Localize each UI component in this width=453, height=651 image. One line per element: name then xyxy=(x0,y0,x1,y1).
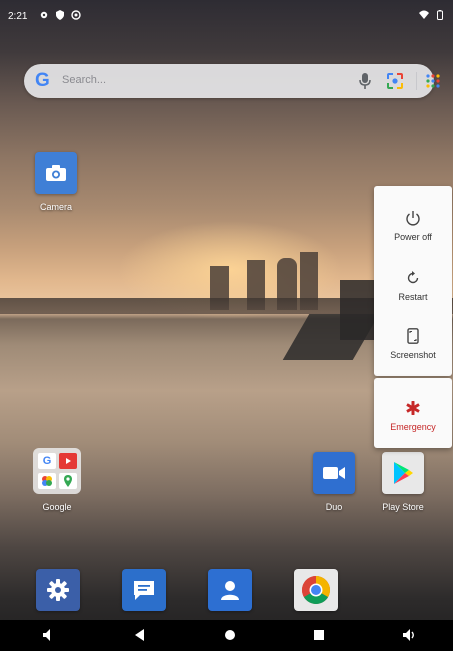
youtube-mini-icon xyxy=(59,453,77,469)
folder-google[interactable]: G Google xyxy=(26,448,88,512)
power-off-button[interactable]: Power off xyxy=(374,210,452,242)
navigation-bar xyxy=(0,620,453,651)
photos-mini-icon xyxy=(38,473,56,489)
screenshot-icon xyxy=(407,328,419,344)
volume-up-icon[interactable] xyxy=(402,628,418,642)
dock-chrome[interactable] xyxy=(294,569,338,611)
video-camera-icon xyxy=(313,452,355,494)
dock-contacts[interactable] xyxy=(208,569,252,611)
contact-icon xyxy=(221,581,239,600)
screenshot-button[interactable]: Screenshot xyxy=(374,328,452,360)
app-camera[interactable]: Camera xyxy=(28,152,84,212)
volume-down-icon[interactable] xyxy=(42,628,56,642)
maps-mini-icon xyxy=(59,473,77,489)
message-icon xyxy=(134,581,154,600)
settings-icon xyxy=(47,579,69,601)
google-g-icon: G xyxy=(35,70,50,91)
app-label: Google xyxy=(42,502,72,512)
camera-icon xyxy=(35,152,77,194)
screenshot-label: Screenshot xyxy=(390,350,436,360)
shield-icon xyxy=(56,10,64,20)
power-menu: Power off Restart Screenshot xyxy=(374,186,452,376)
battery-icon xyxy=(437,10,443,20)
app-label: Play Store xyxy=(382,502,424,512)
search-input[interactable]: Search... xyxy=(62,74,106,86)
lens-icon[interactable] xyxy=(386,72,404,90)
play-store-icon xyxy=(382,452,424,494)
power-off-label: Power off xyxy=(394,232,432,242)
status-time: 2:21 xyxy=(8,11,28,22)
search-bar[interactable]: G Search... xyxy=(24,64,440,98)
apps-grid-icon[interactable] xyxy=(425,73,441,89)
restart-button[interactable]: Restart xyxy=(374,270,452,302)
app-duo[interactable]: Duo xyxy=(306,452,362,512)
power-icon xyxy=(406,211,420,226)
home-icon[interactable] xyxy=(224,628,236,642)
wifi-icon xyxy=(419,10,429,19)
chrome-icon xyxy=(302,576,330,604)
search-divider xyxy=(416,72,417,90)
emergency-asterisk-icon xyxy=(406,401,420,415)
dock-messages[interactable] xyxy=(122,569,166,611)
overview-icon[interactable] xyxy=(313,628,325,642)
app-play-store[interactable]: Play Store xyxy=(372,452,434,512)
app-label: Camera xyxy=(39,202,72,212)
google-mini-icon: G xyxy=(38,453,56,469)
status-bar: 2:21 xyxy=(0,0,453,28)
folder-icon: G xyxy=(33,448,81,494)
back-icon[interactable] xyxy=(133,628,145,642)
emergency-label: Emergency xyxy=(390,422,436,432)
mic-icon[interactable] xyxy=(358,72,372,90)
emergency-button[interactable]: Emergency xyxy=(374,378,452,448)
restart-icon xyxy=(407,271,419,284)
dock-settings[interactable] xyxy=(36,569,80,611)
app-label: Duo xyxy=(325,502,343,512)
vpn-icon xyxy=(71,10,81,20)
restart-label: Restart xyxy=(398,292,428,302)
gear-icon xyxy=(40,11,48,19)
